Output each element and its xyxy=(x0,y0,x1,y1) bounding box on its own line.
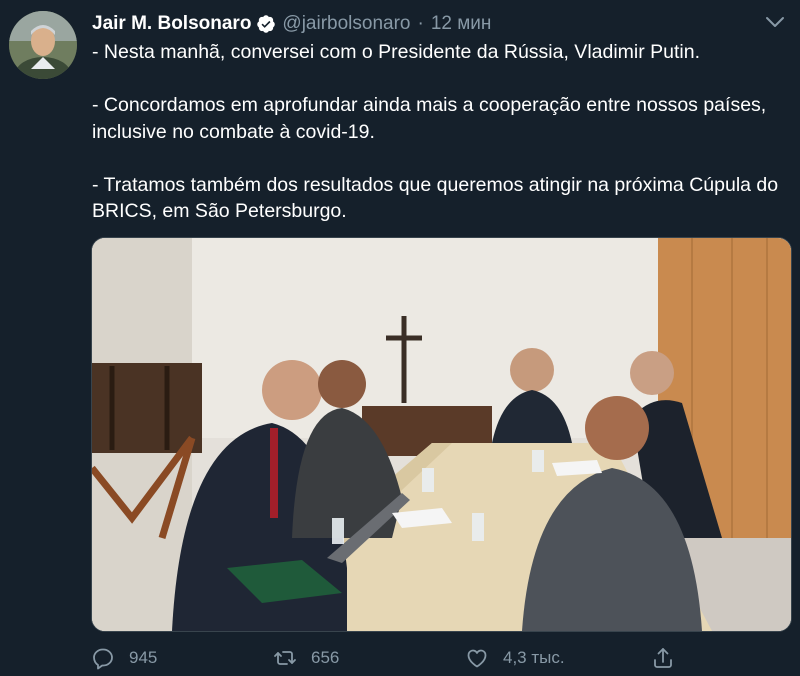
retweet-count: 656 xyxy=(311,648,340,667)
avatar[interactable] xyxy=(9,11,77,79)
tweet: Jair M. Bolsonaro @jairbolsonaro · 12 ми… xyxy=(0,0,800,676)
chevron-down-icon[interactable] xyxy=(762,12,788,32)
share-icon xyxy=(654,648,672,668)
like-button[interactable]: 4,3 тыс. xyxy=(465,641,565,675)
like-count: 4,3 тыс. xyxy=(503,648,565,667)
tweet-paragraph: - Nesta manhã, conversei com o President… xyxy=(92,41,701,63)
tweet-actions: 945 656 4,3 тыс. xyxy=(91,641,781,675)
share-button[interactable] xyxy=(651,641,689,675)
author-handle[interactable]: @jairbolsonaro xyxy=(282,13,410,35)
verified-badge-icon xyxy=(256,14,276,34)
retweet-icon xyxy=(274,651,296,665)
separator-dot: · xyxy=(417,13,424,34)
reply-icon xyxy=(93,648,113,670)
tweet-header: Jair M. Bolsonaro @jairbolsonaro · 12 ми… xyxy=(92,11,491,37)
retweet-button[interactable]: 656 xyxy=(273,641,339,675)
reply-button[interactable]: 945 xyxy=(91,641,157,675)
tweet-paragraph: - Concordamos em aprofundar ainda mais a… xyxy=(92,94,767,143)
tweet-paragraph: - Tratamos também dos resultados que que… xyxy=(92,173,779,223)
tweet-text: - Nesta manhã, conversei com o President… xyxy=(92,39,782,225)
timestamp[interactable]: 12 мин xyxy=(431,13,492,35)
heart-icon xyxy=(467,649,487,668)
tweet-photo[interactable] xyxy=(91,237,792,632)
reply-count: 945 xyxy=(129,648,158,667)
author-name[interactable]: Jair M. Bolsonaro xyxy=(92,13,251,35)
